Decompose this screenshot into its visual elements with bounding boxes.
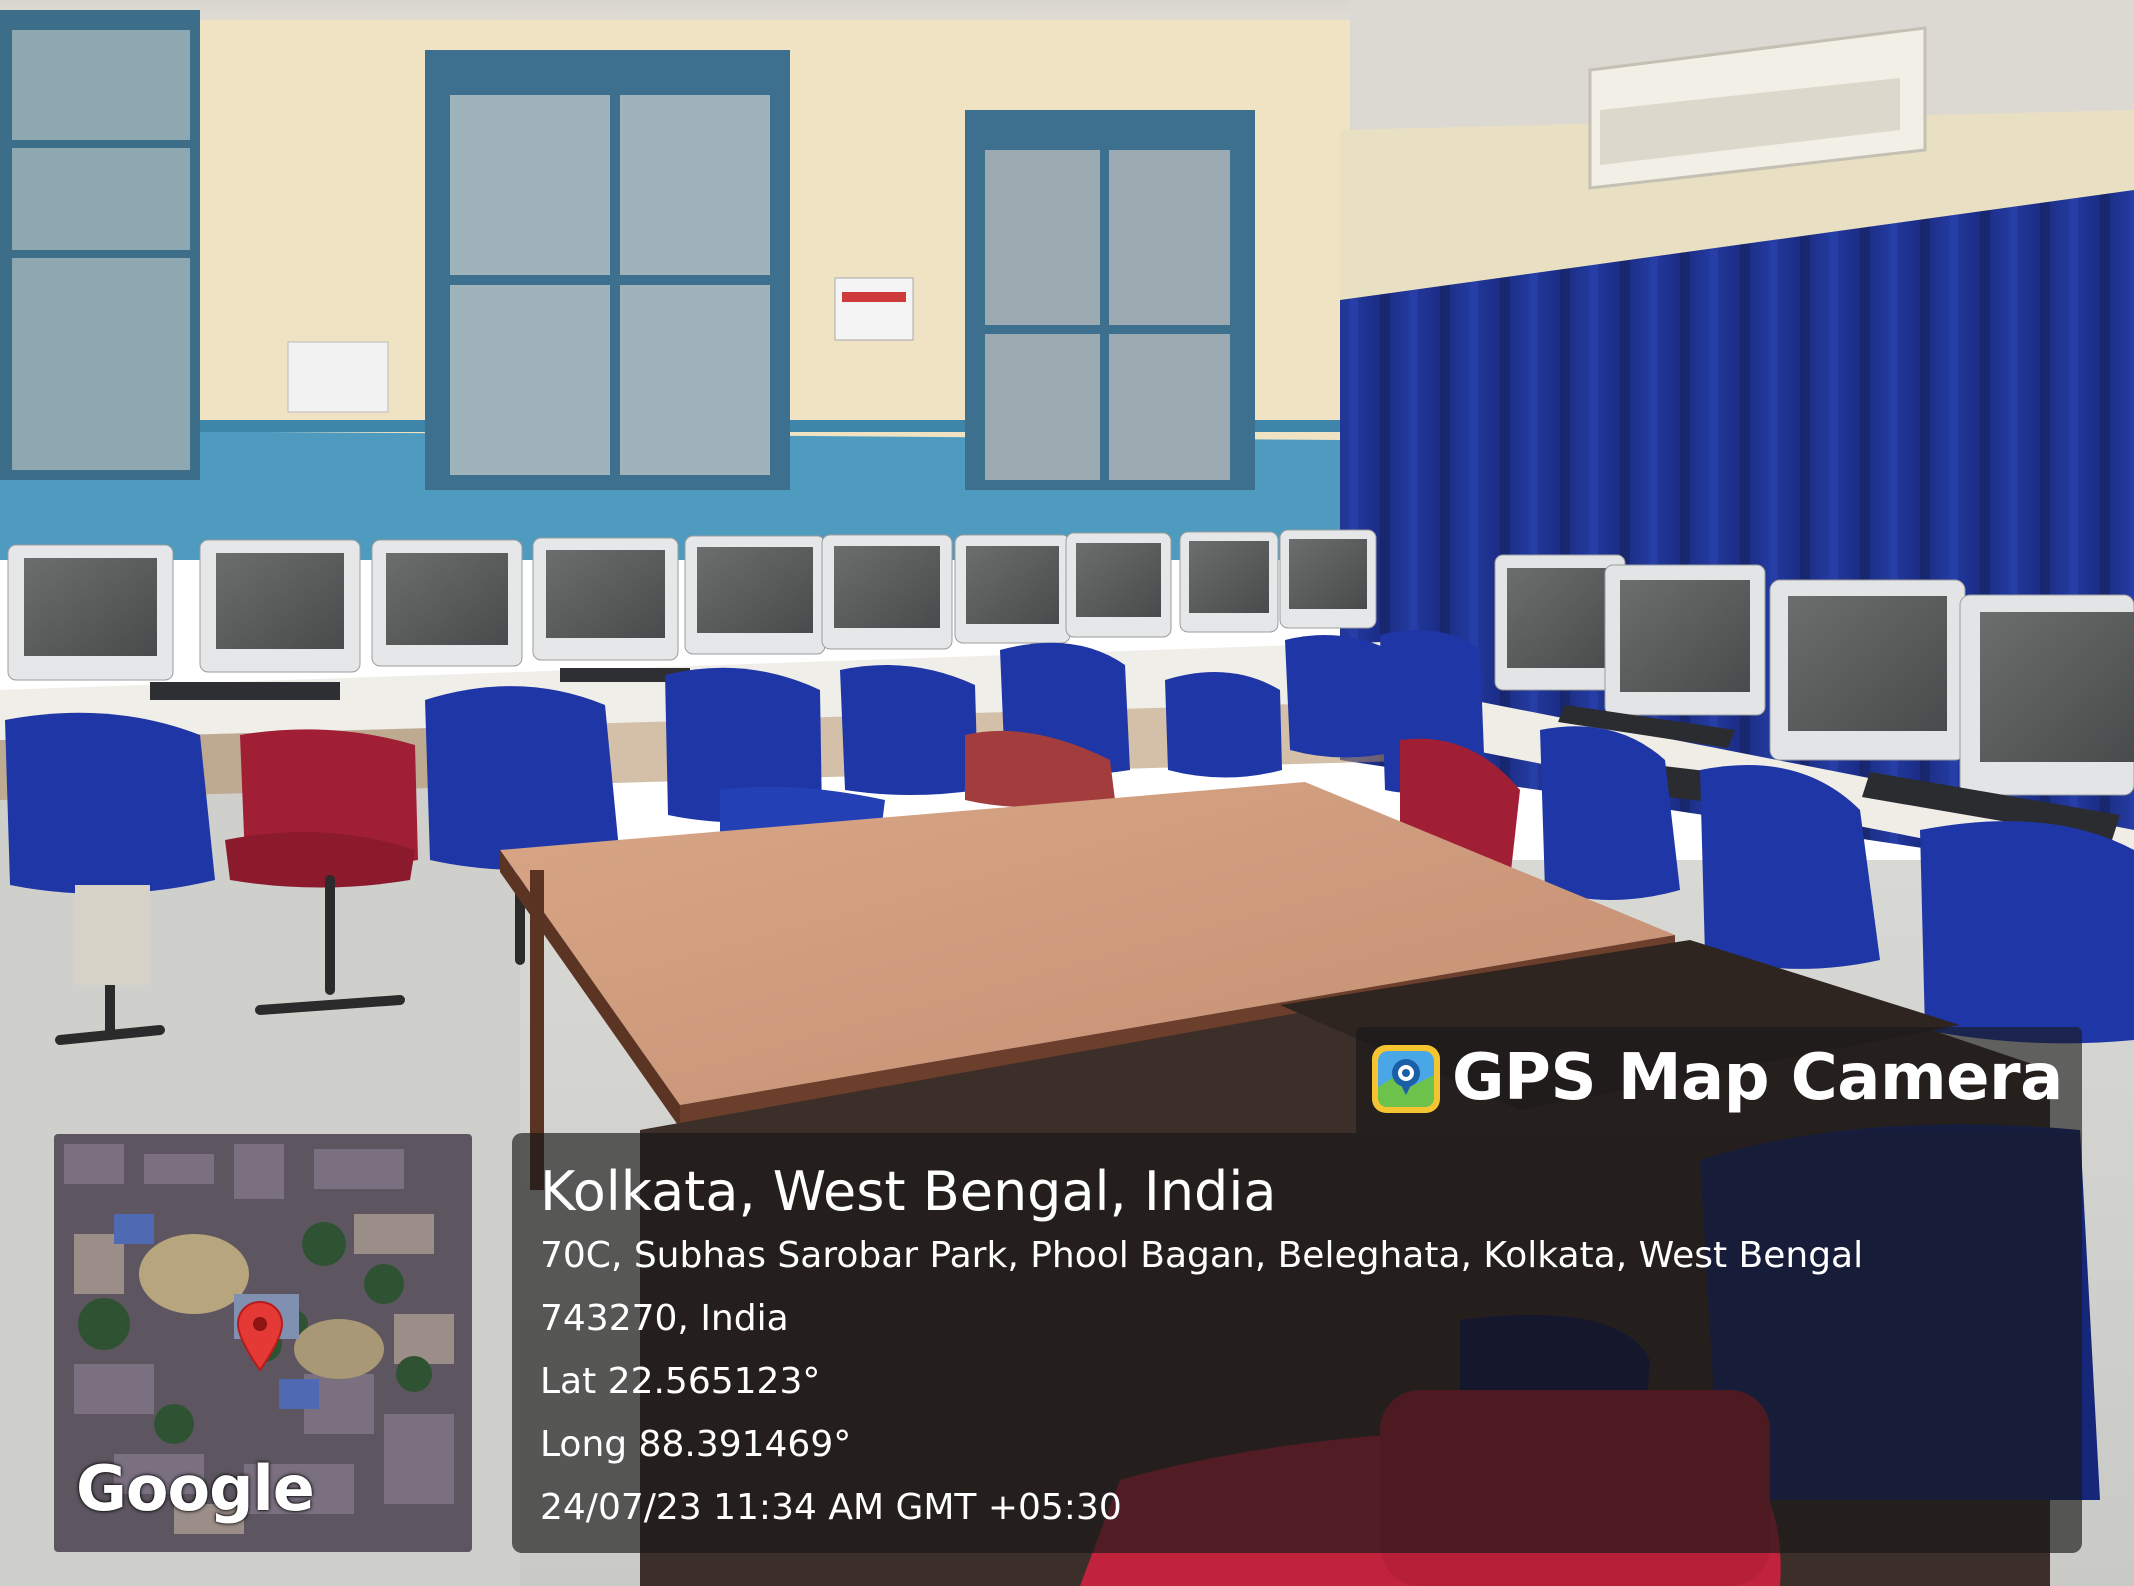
timestamp: 24/07/23 11:34 AM GMT +05:30 — [540, 1487, 1122, 1528]
gps-map-camera-app-icon — [1370, 1043, 1442, 1115]
app-name: GPS Map Camera — [1452, 1041, 2063, 1115]
latitude: Lat 22.565123° — [540, 1361, 821, 1402]
location-title: Kolkata, West Bengal, India — [540, 1160, 1277, 1223]
longitude: Long 88.391469° — [540, 1424, 852, 1465]
google-logo: Google — [76, 1452, 315, 1525]
address-line-1: 70C, Subhas Sarobar Park, Phool Bagan, B… — [540, 1235, 1864, 1276]
address-line-2: 743270, India — [540, 1298, 789, 1339]
map-pin-icon — [236, 1300, 284, 1376]
